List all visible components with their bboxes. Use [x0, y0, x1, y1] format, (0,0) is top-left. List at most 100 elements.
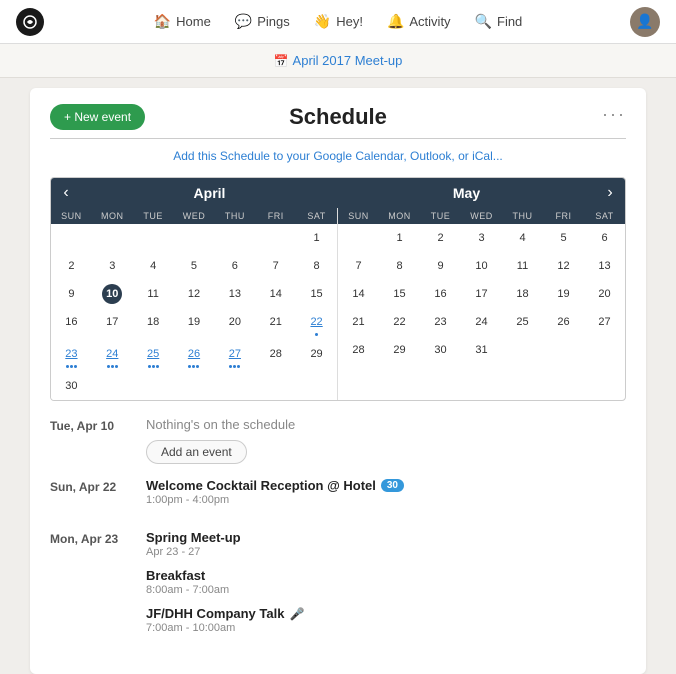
day-cell[interactable]: 2	[420, 224, 461, 252]
day-cell[interactable]: 19	[543, 280, 584, 308]
day-cell[interactable]: 9	[420, 252, 461, 280]
hey-icon: 👋	[314, 13, 331, 30]
day-cell[interactable]: 6	[584, 224, 625, 252]
day-number: 2	[61, 256, 81, 276]
day-cell[interactable]: 6	[214, 252, 255, 280]
avatar[interactable]: 👤	[630, 7, 660, 37]
day-cell[interactable]: 20	[584, 280, 625, 308]
day-cell[interactable]: 11	[133, 280, 174, 308]
add-event-button[interactable]: Add an event	[146, 440, 247, 464]
breadcrumb-link[interactable]: 📅 April 2017 Meet-up	[274, 53, 403, 68]
event-meetup-title[interactable]: Spring Meet-up	[146, 530, 626, 545]
day-cell[interactable]: 4	[502, 224, 543, 252]
day-cell[interactable]: 16	[420, 280, 461, 308]
google-cal-link[interactable]: Add this Schedule to your Google Calenda…	[50, 149, 626, 163]
day-cell[interactable]: 13	[214, 280, 255, 308]
day-number: 11	[143, 284, 163, 304]
day-cell[interactable]: 8	[296, 252, 337, 280]
day-number: 28	[349, 340, 369, 360]
day-cell[interactable]: 2	[51, 252, 92, 280]
day-cell[interactable]: 23	[420, 308, 461, 336]
day-number: 21	[266, 312, 286, 332]
day-number: 23	[61, 344, 81, 364]
day-cell[interactable]: 30	[51, 372, 92, 400]
day-cell	[255, 224, 296, 252]
event-talk-title[interactable]: JF/DHH Company Talk 🎤	[146, 606, 626, 621]
more-options-button[interactable]: ···	[602, 104, 626, 125]
day-cell[interactable]: 10	[92, 280, 133, 308]
day-cell[interactable]: 17	[92, 308, 133, 340]
day-cell[interactable]: 12	[174, 280, 215, 308]
day-number: 13	[225, 284, 245, 304]
day-cell[interactable]: 30	[420, 336, 461, 364]
day-cell[interactable]: 28	[255, 340, 296, 372]
day-cell[interactable]: 7	[338, 252, 379, 280]
day-cell[interactable]: 14	[255, 280, 296, 308]
may-day-headers: SUN MON TUE WED THU FRI SAT	[338, 208, 625, 224]
schedule-entry-apr23: Mon, Apr 23 Spring Meet-up Apr 23 - 27 B…	[50, 530, 626, 644]
april-day-headers: SUN MON TUE WED THU FRI SAT	[51, 208, 337, 224]
day-cell[interactable]: 24	[461, 308, 502, 336]
thu-header-may: THU	[502, 211, 543, 221]
day-cell[interactable]: 17	[461, 280, 502, 308]
day-number: 4	[513, 228, 533, 248]
prev-month-button[interactable]: ‹	[51, 184, 81, 202]
day-cell[interactable]: 15	[379, 280, 420, 308]
day-cell[interactable]: 31	[461, 336, 502, 364]
day-cell[interactable]: 22	[296, 308, 337, 340]
day-cell[interactable]: 16	[51, 308, 92, 340]
day-cell[interactable]: 18	[502, 280, 543, 308]
day-cell[interactable]: 11	[502, 252, 543, 280]
day-cell[interactable]: 3	[461, 224, 502, 252]
day-cell[interactable]: 22	[379, 308, 420, 336]
event-dot	[152, 365, 155, 368]
day-cell[interactable]: 21	[338, 308, 379, 336]
event-dots	[107, 365, 118, 368]
day-cell[interactable]: 27	[584, 308, 625, 336]
day-cell[interactable]: 24	[92, 340, 133, 372]
day-cell[interactable]: 12	[543, 252, 584, 280]
day-cell[interactable]: 25	[502, 308, 543, 336]
app-logo[interactable]	[16, 8, 44, 36]
day-cell[interactable]: 9	[51, 280, 92, 308]
day-cell[interactable]: 1	[296, 224, 337, 252]
day-cell[interactable]: 5	[543, 224, 584, 252]
day-cell[interactable]: 29	[296, 340, 337, 372]
day-cell[interactable]: 14	[338, 280, 379, 308]
nav-pings[interactable]: 💬 Pings	[235, 13, 290, 30]
fri-header-may: FRI	[543, 211, 584, 221]
event-dot	[70, 365, 73, 368]
day-cell[interactable]: 26	[543, 308, 584, 336]
day-cell[interactable]: 7	[255, 252, 296, 280]
day-cell[interactable]: 1	[379, 224, 420, 252]
day-cell[interactable]: 4	[133, 252, 174, 280]
nav-hey[interactable]: 👋 Hey!	[314, 13, 363, 30]
nav-home[interactable]: 🏠 Home	[154, 13, 211, 30]
day-cell[interactable]: 13	[584, 252, 625, 280]
day-cell[interactable]: 15	[296, 280, 337, 308]
day-cell[interactable]: 25	[133, 340, 174, 372]
day-cell[interactable]: 27	[214, 340, 255, 372]
day-cell[interactable]: 21	[255, 308, 296, 340]
day-cell[interactable]: 28	[338, 336, 379, 364]
event-cocktail-title[interactable]: Welcome Cocktail Reception @ Hotel 30	[146, 478, 626, 493]
nav-activity[interactable]: 🔔 Activity	[387, 13, 451, 30]
event-breakfast-title[interactable]: Breakfast	[146, 568, 626, 583]
nav-activity-label: Activity	[409, 14, 450, 29]
event-talk: JF/DHH Company Talk 🎤 7:00am - 10:00am	[146, 606, 626, 634]
day-cell[interactable]: 10	[461, 252, 502, 280]
nav-find[interactable]: 🔍 Find	[475, 13, 523, 30]
next-month-button[interactable]: ›	[595, 184, 625, 202]
may-label: May	[338, 185, 595, 201]
day-cell[interactable]: 5	[174, 252, 215, 280]
day-cell[interactable]: 3	[92, 252, 133, 280]
day-cell[interactable]: 18	[133, 308, 174, 340]
day-cell[interactable]: 20	[214, 308, 255, 340]
day-cell[interactable]: 19	[174, 308, 215, 340]
day-cell[interactable]: 8	[379, 252, 420, 280]
day-cell[interactable]: 29	[379, 336, 420, 364]
day-cell[interactable]: 26	[174, 340, 215, 372]
day-cell[interactable]: 23	[51, 340, 92, 372]
new-event-button[interactable]: + New event	[50, 104, 145, 130]
sun-header-may: SUN	[338, 211, 379, 221]
